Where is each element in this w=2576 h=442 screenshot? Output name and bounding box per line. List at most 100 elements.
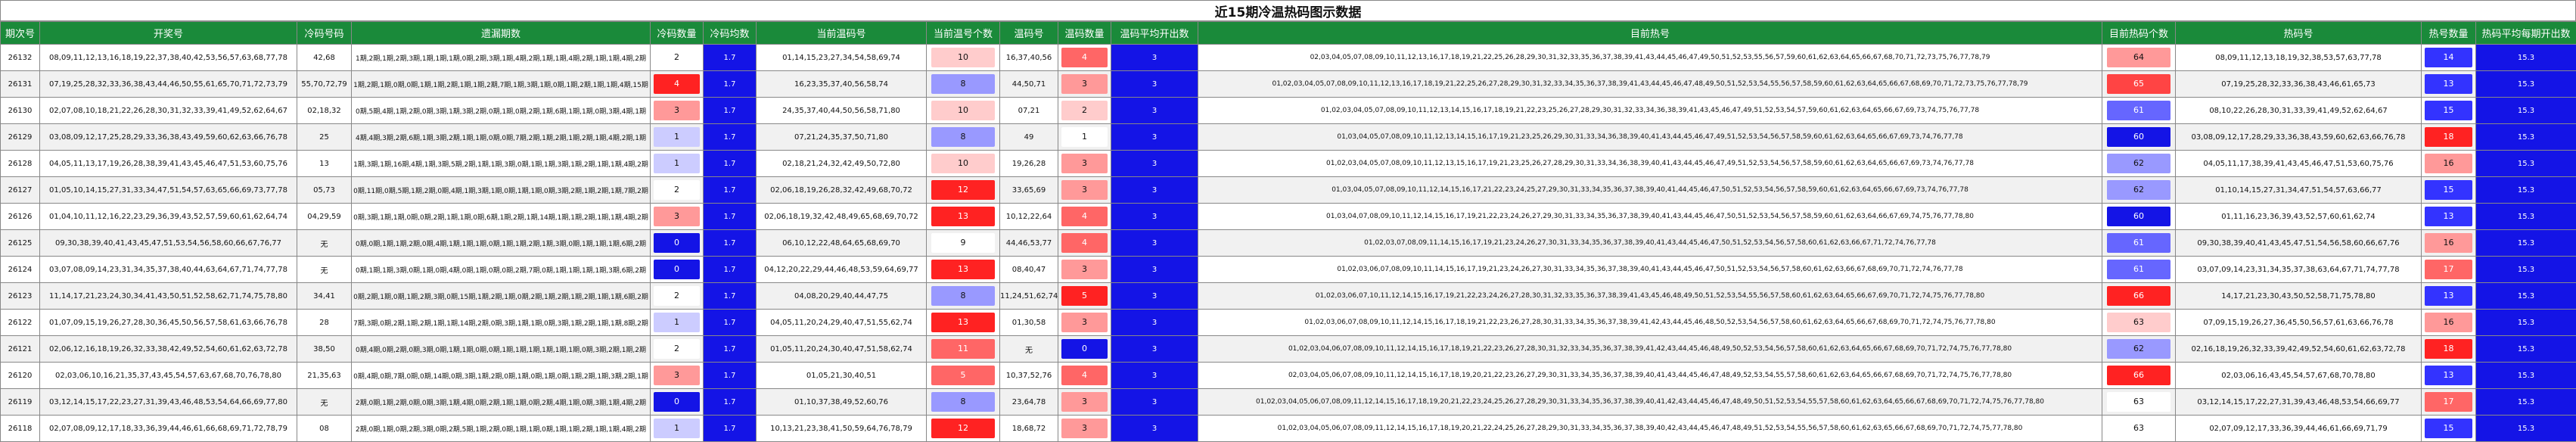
- draw-numbers: 11,14,17,21,23,24,30,34,41,43,50,51,52,5…: [40, 283, 297, 310]
- hot-numbers: 03,07,09,14,23,31,34,35,37,38,63,64,67,7…: [2176, 257, 2422, 283]
- hot-avg: 15.3: [2476, 230, 2576, 257]
- warm-numbers: 01,30,58: [1000, 310, 1058, 336]
- warm-current-count-badge: 12: [931, 180, 995, 200]
- warm-qty-badge: 2: [1061, 101, 1108, 120]
- col-header-warm-qty[interactable]: 温码数量: [1058, 22, 1111, 45]
- warm-current-numbers: 10,13,21,23,38,41,50,59,64,76,78,79: [757, 416, 927, 442]
- col-header-cold-count[interactable]: 冷码数量: [651, 22, 704, 45]
- col-header-issue[interactable]: 期次号: [1, 22, 40, 45]
- warm-qty-badge-cell: 3: [1058, 257, 1111, 283]
- warm-qty-badge-cell: 0: [1058, 336, 1111, 363]
- hot-qty-badge-cell: 16: [2422, 230, 2476, 257]
- warm-avg: 3: [1111, 45, 1198, 71]
- draw-numbers: 02,07,08,10,18,21,22,26,28,30,31,32,33,3…: [40, 98, 297, 124]
- col-header-warm-numbers[interactable]: 温码号: [1000, 22, 1058, 45]
- hot-qty-badge: 14: [2425, 48, 2472, 67]
- hot-current-count-badge-cell: 61: [2102, 257, 2176, 283]
- col-header-hot-avg[interactable]: 热码平均每期开出数: [2476, 22, 2576, 45]
- warm-qty-badge: 1: [1061, 127, 1108, 147]
- hot-current-count-badge: 65: [2107, 74, 2170, 94]
- cold-count-badge-cell: 2: [651, 177, 704, 204]
- cold-numbers: 34,41: [297, 283, 352, 310]
- warm-current-numbers: 16,23,35,37,40,56,58,74: [757, 71, 927, 98]
- hot-qty-badge: 13: [2425, 74, 2472, 94]
- col-header-warm-avg[interactable]: 温码平均开出数: [1111, 22, 1198, 45]
- table-row: 2612311,14,17,21,23,24,30,34,41,43,50,51…: [1, 283, 2576, 310]
- col-header-warm-current[interactable]: 当前温码号: [757, 22, 927, 45]
- hot-avg: 15.3: [2476, 151, 2576, 177]
- warm-current-numbers: 01,10,37,38,49,52,60,76: [757, 389, 927, 416]
- cold-numbers: 05,73: [297, 177, 352, 204]
- cold-numbers: 02,18,32: [297, 98, 352, 124]
- hot-numbers: 04,05,11,17,38,39,41,43,45,46,47,51,53,6…: [2176, 151, 2422, 177]
- warm-qty-badge-cell: 3: [1058, 177, 1111, 204]
- col-header-miss[interactable]: 遗漏期数: [352, 22, 651, 45]
- hot-avg: 15.3: [2476, 389, 2576, 416]
- hot-current-numbers: 01,02,03,04,05,07,08,09,10,11,12,13,16,1…: [1198, 71, 2102, 98]
- col-header-hot-numbers[interactable]: 热码号: [2176, 22, 2422, 45]
- hot-current-numbers: 01,02,03,06,07,08,09,10,11,12,14,15,16,1…: [1198, 310, 2102, 336]
- hot-numbers: 08,10,22,26,28,30,31,33,39,41,49,52,62,6…: [2176, 98, 2422, 124]
- hot-current-count-badge-cell: 63: [2102, 389, 2176, 416]
- draw-numbers: 01,07,09,15,19,26,27,28,30,36,45,50,56,5…: [40, 310, 297, 336]
- hot-current-numbers: 01,03,04,05,07,08,09,10,11,12,14,15,16,1…: [1198, 177, 2102, 204]
- draw-numbers: 02,03,06,10,16,21,35,37,43,45,54,57,63,6…: [40, 363, 297, 389]
- warm-current-count-badge-cell: 13: [927, 310, 1000, 336]
- table-row: 2612509,30,38,39,40,41,43,45,47,51,53,54…: [1, 230, 2576, 257]
- draw-numbers: 07,19,25,28,32,33,36,38,43,44,46,50,55,6…: [40, 71, 297, 98]
- warm-qty-badge: 3: [1061, 180, 1108, 200]
- warm-numbers: 33,65,69: [1000, 177, 1058, 204]
- cold-numbers: 28: [297, 310, 352, 336]
- miss-periods: 0期,5期,4期,1期,2期,0期,3期,1期,3期,2期,0期,1期,0期,2…: [352, 98, 651, 124]
- col-header-hot-qty[interactable]: 热号数量: [2422, 22, 2476, 45]
- draw-numbers: 08,09,11,12,13,16,18,19,22,37,38,40,42,5…: [40, 45, 297, 71]
- col-header-warm-current-count[interactable]: 当前温号个数: [927, 22, 1000, 45]
- hot-qty-badge: 13: [2425, 207, 2472, 226]
- col-header-draw[interactable]: 开奖号: [40, 22, 297, 45]
- table-row: 2612403,07,08,09,14,23,31,34,35,37,38,40…: [1, 257, 2576, 283]
- hot-avg: 15.3: [2476, 45, 2576, 71]
- warm-current-count-badge: 13: [931, 207, 995, 226]
- hot-avg: 15.3: [2476, 257, 2576, 283]
- warm-current-count-badge-cell: 8: [927, 283, 1000, 310]
- hot-current-count-badge: 62: [2107, 154, 2170, 173]
- hot-qty-badge: 15: [2425, 180, 2472, 200]
- issue-number: 26125: [1, 230, 40, 257]
- hot-qty-badge: 17: [2425, 392, 2472, 412]
- table-row: 2612701,05,10,14,15,27,31,33,34,47,51,54…: [1, 177, 2576, 204]
- cold-count-badge: 1: [654, 313, 700, 332]
- warm-avg: 3: [1111, 204, 1198, 230]
- col-header-hot-current[interactable]: 目前热号: [1198, 22, 2102, 45]
- col-header-hot-current-count[interactable]: 目前热码个数: [2102, 22, 2176, 45]
- warm-current-count-badge: 13: [931, 260, 995, 279]
- cold-numbers: 无: [297, 389, 352, 416]
- miss-periods: 1期,3期,1期,16期,4期,1期,3期,5期,2期,1期,1期,3期,0期,…: [352, 151, 651, 177]
- miss-periods: 0期,0期,1期,1期,2期,0期,4期,1期,1期,1期,0期,1期,1期,2…: [352, 230, 651, 257]
- hot-qty-badge: 13: [2425, 366, 2472, 385]
- warm-current-count-badge-cell: 8: [927, 389, 1000, 416]
- hot-qty-badge-cell: 15: [2422, 416, 2476, 442]
- warm-qty-badge-cell: 3: [1058, 71, 1111, 98]
- cold-numbers: 25: [297, 124, 352, 151]
- issue-number: 26120: [1, 363, 40, 389]
- warm-current-count-badge: 13: [931, 313, 995, 332]
- hot-current-count-badge-cell: 62: [2102, 177, 2176, 204]
- warm-qty-badge: 3: [1061, 313, 1108, 332]
- cold-numbers: 55,70,72,79: [297, 71, 352, 98]
- warm-qty-badge: 5: [1061, 286, 1108, 306]
- warm-numbers: 08,40,47: [1000, 257, 1058, 283]
- warm-current-count-badge: 10: [931, 48, 995, 67]
- warm-current-numbers: 01,05,11,20,24,30,40,47,51,58,62,74: [757, 336, 927, 363]
- hot-avg: 15.3: [2476, 177, 2576, 204]
- col-header-cold-numbers[interactable]: 冷码号码: [297, 22, 352, 45]
- table-row: 2612804,05,11,13,17,19,26,28,38,39,41,43…: [1, 151, 2576, 177]
- col-header-cold-avg[interactable]: 冷码均数: [704, 22, 757, 45]
- warm-qty-badge-cell: 3: [1058, 310, 1111, 336]
- hot-current-numbers: 02,03,04,05,06,07,08,09,10,11,12,14,15,1…: [1198, 363, 2102, 389]
- cold-count-badge-cell: 0: [651, 257, 704, 283]
- cold-numbers: 04,29,59: [297, 204, 352, 230]
- cold-avg: 1.7: [704, 230, 757, 257]
- issue-number: 26123: [1, 283, 40, 310]
- hot-current-count-badge-cell: 62: [2102, 336, 2176, 363]
- cold-avg: 1.7: [704, 151, 757, 177]
